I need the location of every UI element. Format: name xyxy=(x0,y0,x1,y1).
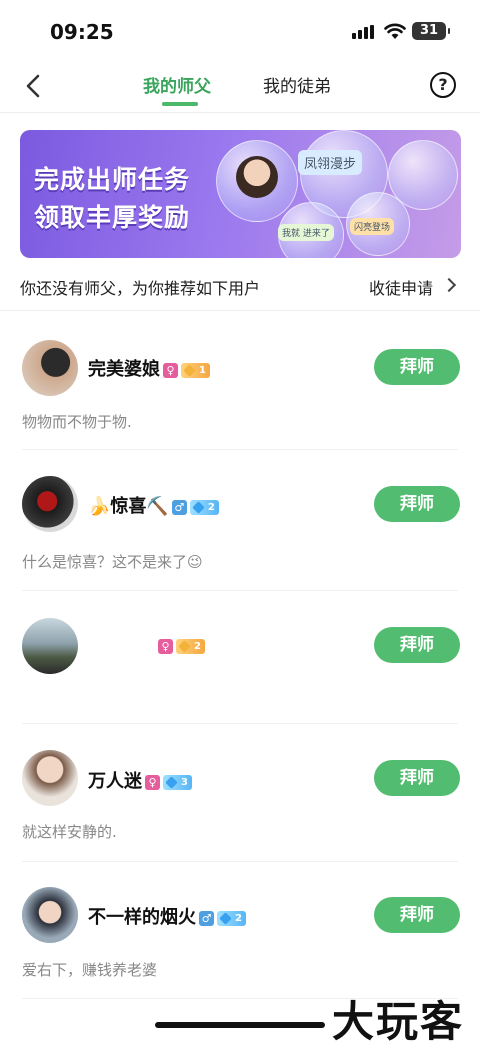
nav-divider xyxy=(0,112,480,113)
user-bio: 什么是惊喜？这不是来了😉 xyxy=(22,553,203,571)
avatar[interactable] xyxy=(22,476,78,532)
avatar[interactable] xyxy=(22,887,78,943)
user-name: 🍌惊喜⛏️ ♂ 2 xyxy=(88,492,219,518)
promo-banner[interactable]: 完成出师任务 领取丰厚奖励 凤翎漫步 我就 进来了 闪亮登场 xyxy=(20,130,461,258)
banner-title-line1: 完成出师任务 xyxy=(34,165,191,194)
user-bio: 爱右下，赚钱养老婆 xyxy=(22,961,158,979)
apprentice-button[interactable]: 拜师 xyxy=(374,349,460,385)
wifi-icon xyxy=(384,23,406,39)
apprentice-button[interactable]: 拜师 xyxy=(374,486,460,522)
hint-divider xyxy=(0,310,480,311)
top-nav: 我的师父 我的徒弟 ? xyxy=(0,62,480,110)
active-tab-indicator xyxy=(162,102,198,106)
user-name: 完美婆娘 ♀ 1 xyxy=(88,355,210,381)
row-divider xyxy=(22,861,458,862)
apprentice-button[interactable]: 拜师 xyxy=(374,627,460,663)
status-time: 09:25 xyxy=(50,20,114,44)
watermark: 大玩客 xyxy=(332,997,465,1046)
level-badge: 2 xyxy=(176,638,205,654)
banner-avatar xyxy=(236,156,278,198)
banner-title-line2: 领取丰厚奖励 xyxy=(34,203,191,232)
level-badge: 1 xyxy=(181,362,210,378)
back-arrow-icon[interactable] xyxy=(20,70,48,102)
row-divider xyxy=(22,723,458,724)
tab-my-apprentice[interactable]: 我的徒弟 xyxy=(263,72,331,97)
banner-tag: 凤翎漫步 xyxy=(298,150,363,175)
tab-my-master[interactable]: 我的师父 xyxy=(143,72,211,97)
cellular-signal-icon xyxy=(352,25,374,39)
male-icon: ♂ xyxy=(171,499,187,515)
user-name: 万人迷 ♀ 3 xyxy=(88,767,192,793)
male-icon: ♂ xyxy=(199,910,214,926)
help-icon[interactable]: ? xyxy=(430,72,456,98)
level-badge: 2 xyxy=(217,910,246,926)
user-bio: 物物而不物于物. xyxy=(22,413,132,431)
avatar[interactable] xyxy=(22,618,78,674)
apprentice-button[interactable]: 拜师 xyxy=(374,760,460,796)
user-name: 不一样的烟火 ♂ 2 xyxy=(88,903,246,929)
apprentice-application-link[interactable]: 收徒申请 xyxy=(369,275,433,299)
user-name: ♀ 2 xyxy=(155,635,205,656)
battery-icon: 31 xyxy=(412,22,450,40)
apprentice-button[interactable]: 拜师 xyxy=(374,897,460,933)
row-divider xyxy=(22,449,458,450)
avatar[interactable] xyxy=(22,750,78,806)
level-badge: 2 xyxy=(189,499,219,515)
level-badge: 3 xyxy=(163,774,192,790)
female-icon: ♀ xyxy=(158,638,173,654)
row-divider xyxy=(22,590,458,591)
banner-tag: 我就 进来了 xyxy=(278,224,334,241)
home-indicator[interactable] xyxy=(155,1022,325,1028)
female-icon: ♀ xyxy=(163,362,178,378)
banner-tag: 闪亮登场 xyxy=(350,218,395,235)
avatar[interactable] xyxy=(22,340,78,396)
user-bio: 就这样安静的. xyxy=(22,823,117,841)
status-bar: 09:25 31 xyxy=(0,0,480,62)
female-icon: ♀ xyxy=(145,774,160,790)
no-master-hint: 你还没有师父，为你推荐如下用户 xyxy=(20,279,261,298)
chevron-right-icon[interactable] xyxy=(441,277,457,293)
